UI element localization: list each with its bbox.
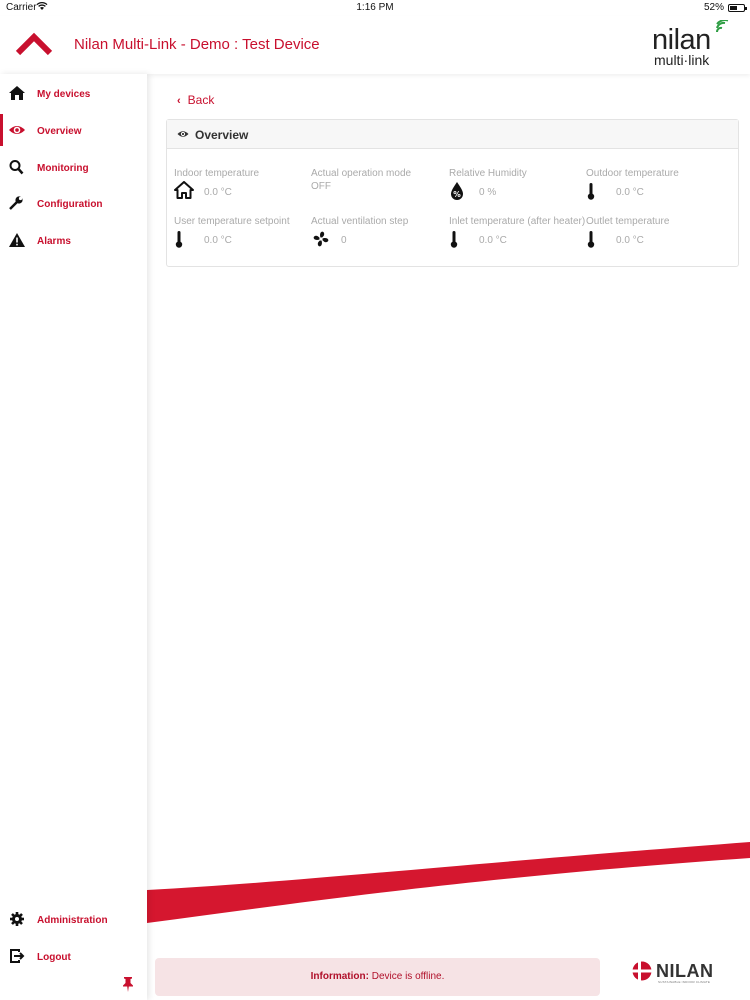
thermometer-icon: [587, 231, 595, 248]
sidebar-item-monitoring[interactable]: Monitoring: [0, 151, 147, 183]
metric-label: Relative Humidity: [449, 168, 527, 179]
metric-label: Outdoor temperature: [586, 168, 679, 179]
sidebar-item-logout[interactable]: Logout: [0, 940, 147, 972]
sidebar-item-administration[interactable]: Administration: [0, 903, 147, 935]
sidebar-item-label: Alarms: [37, 236, 71, 247]
sidebar-item-configuration[interactable]: Configuration: [0, 187, 147, 219]
metric-ventilation-step: Actual ventilation step 0: [311, 216, 449, 256]
metric-label: Inlet temperature (after heater): [449, 216, 586, 227]
pin-icon[interactable]: [121, 976, 135, 992]
battery-percent: 52%: [703, 2, 724, 13]
metric-user-setpoint: User temperature setpoint 0.0 °C: [174, 216, 312, 256]
info-prefix: Information:: [310, 971, 369, 982]
sidebar-item-my-devices[interactable]: My devices: [0, 77, 147, 109]
warning-icon: [9, 233, 25, 247]
clock: 1:16 PM: [356, 2, 394, 13]
info-notification-bar: Information: Device is offline.: [155, 958, 600, 996]
metric-value: 0.0 °C: [616, 235, 644, 246]
gear-icon: [10, 912, 24, 926]
footer-brand-name: NILAN: [656, 961, 714, 981]
thermometer-icon: [587, 183, 595, 200]
sidebar-item-label: My devices: [37, 89, 91, 100]
home-icon: [9, 86, 25, 100]
status-bar: Carrier 1:16 PM 52%: [0, 0, 750, 16]
sidebar-item-label: Overview: [37, 126, 82, 137]
decorative-red-wave: [147, 842, 750, 923]
nilan-footer-logo: NILAN SUSTAINABLE INDOOR CLIMATE: [632, 961, 724, 985]
brand-subtitle: multi·link: [654, 52, 710, 68]
sidebar-item-label: Administration: [37, 915, 108, 926]
panel-header: Overview: [167, 120, 738, 149]
metric-operation-mode: Actual operation mode OFF: [311, 168, 449, 208]
metric-value: 0.0 °C: [479, 235, 507, 246]
metric-outlet-temperature: Outlet temperature 0.0 °C: [586, 216, 724, 256]
metric-value: 0: [341, 235, 347, 246]
page-title: Nilan Multi-Link - Demo : Test Device: [74, 36, 320, 53]
sidebar-item-label: Configuration: [37, 199, 103, 210]
sidebar-item-label: Logout: [37, 952, 71, 963]
app-header: Nilan Multi-Link - Demo : Test Device ni…: [0, 16, 750, 74]
app-screen: Carrier 1:16 PM 52% Nilan Multi-Link - D…: [0, 0, 750, 1000]
metric-relative-humidity: Relative Humidity % 0 %: [449, 168, 587, 208]
eye-icon: [177, 131, 189, 137]
sidebar-item-alarms[interactable]: Alarms: [0, 224, 147, 256]
sidebar-item-overview[interactable]: Overview: [0, 114, 147, 146]
logout-icon: [10, 949, 25, 963]
svg-text:%: %: [453, 190, 461, 199]
sidebar-item-label: Monitoring: [37, 163, 89, 174]
metric-value: 0.0 °C: [616, 187, 644, 198]
humidity-drop-icon: %: [451, 182, 463, 200]
search-icon: [9, 160, 24, 175]
footer-brand-tagline: SUSTAINABLE INDOOR CLIMATE: [658, 980, 711, 984]
fan-icon: [313, 231, 329, 247]
metric-value: 0.0 °C: [204, 235, 232, 246]
metric-value: OFF: [311, 181, 331, 192]
thermometer-icon: [450, 231, 458, 248]
collapse-chevron-up-icon[interactable]: [14, 29, 54, 59]
info-message: Device is offline.: [371, 971, 445, 982]
metric-label: Actual ventilation step: [311, 216, 409, 227]
back-label: Back: [187, 93, 215, 107]
metric-value: 0.0 °C: [204, 187, 232, 198]
nilan-multilink-logo: nilan multi·link: [652, 20, 732, 70]
metric-label: Actual operation mode: [311, 168, 412, 179]
wifi-signal-logo-icon: [716, 20, 729, 33]
battery-icon: [728, 4, 747, 12]
metric-label: User temperature setpoint: [174, 216, 290, 227]
sidebar: My devices Overview Monitoring Configura…: [0, 74, 147, 1000]
metric-outdoor-temperature: Outdoor temperature 0.0 °C: [586, 168, 724, 208]
overview-panel: Overview Indoor temperature 0.0 °C Actua…: [166, 119, 739, 267]
metric-indoor-temperature: Indoor temperature 0.0 °C: [174, 168, 312, 208]
back-link[interactable]: ‹ Back: [177, 93, 214, 107]
chevron-left-icon: ‹: [177, 95, 181, 107]
danish-flag-icon: [632, 961, 652, 981]
wrench-icon: [9, 196, 23, 210]
eye-icon: [9, 126, 25, 134]
metric-label: Indoor temperature: [174, 168, 260, 179]
house-icon: [174, 181, 194, 199]
metric-value: 0 %: [479, 187, 497, 198]
thermometer-icon: [175, 231, 183, 248]
panel-title: Overview: [195, 128, 249, 142]
metric-inlet-temperature: Inlet temperature (after heater) 0.0 °C: [449, 216, 587, 256]
metric-label: Outlet temperature: [586, 216, 670, 227]
